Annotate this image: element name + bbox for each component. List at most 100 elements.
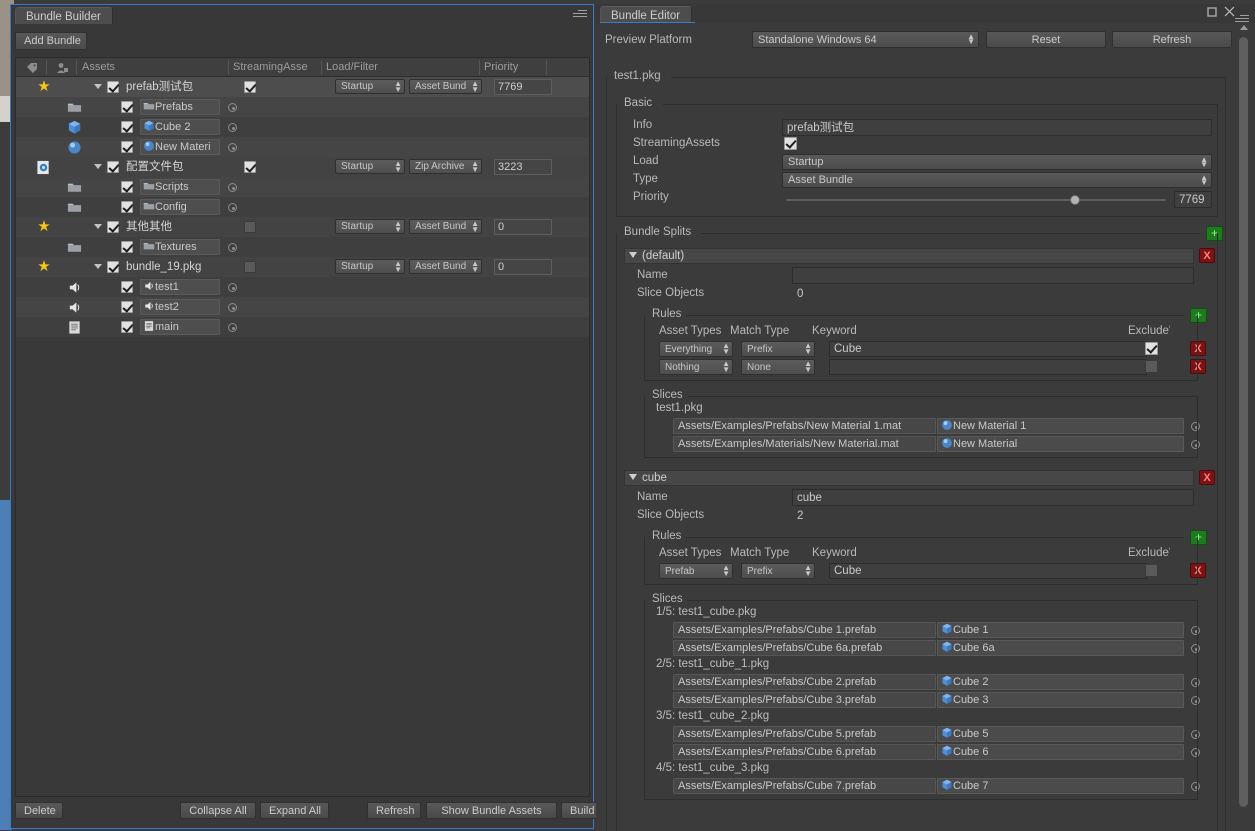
expand-all-button[interactable]: Expand All [260, 802, 329, 819]
table-row[interactable]: ★ prefab测试包 Startup ▲ ▼ Asset Bund ▲ ▼ 7769 [16, 77, 589, 97]
priority-field[interactable]: 7769 [494, 79, 552, 95]
asset-object-field[interactable]: Cube 2 [140, 119, 220, 135]
row-enabled-checkbox[interactable] [121, 141, 133, 153]
row-enabled-checkbox[interactable] [121, 201, 133, 213]
favorite-star-icon[interactable]: ★ [37, 79, 51, 94]
expand-arrow-icon[interactable] [94, 84, 102, 89]
priority-slider-track[interactable] [786, 199, 1166, 201]
expand-arrow-icon[interactable] [94, 264, 102, 269]
priority-field[interactable]: 3223 [494, 159, 552, 175]
split-foldout-header[interactable]: (default) [624, 248, 1194, 264]
type-dropdown[interactable]: Asset Bund ▲ ▼ [409, 79, 482, 94]
object-picker-icon[interactable] [228, 183, 237, 192]
row-enabled-checkbox[interactable] [107, 221, 119, 233]
table-row[interactable]: Textures [16, 237, 589, 257]
type-dropdown[interactable]: Asset Bundle ▲ ▼ [782, 172, 1212, 188]
row-enabled-checkbox[interactable] [107, 261, 119, 273]
table-row[interactable]: test1 [16, 277, 589, 297]
column-streaming-assets[interactable]: StreamingAsse [233, 61, 321, 73]
remove-split-button[interactable]: X [1199, 248, 1215, 263]
column-load-filter[interactable]: Load/Filter [326, 61, 378, 73]
type-dropdown[interactable]: Asset Bund ▲ ▼ [409, 259, 482, 274]
row-enabled-checkbox[interactable] [121, 281, 133, 293]
object-picker-icon[interactable] [228, 243, 237, 252]
type-dropdown[interactable]: Asset Bund ▲ ▼ [409, 219, 482, 234]
load-dropdown[interactable]: Startup ▲ ▼ [335, 259, 405, 274]
row-enabled-checkbox[interactable] [121, 101, 133, 113]
table-row[interactable]: ★ 其他其他 Startup ▲ ▼ Asset Bund ▲ ▼ 0 [16, 217, 589, 237]
preview-platform-dropdown[interactable]: Standalone Windows 64 ▲ ▼ [752, 31, 979, 48]
asset-object-field[interactable]: test1 [140, 279, 220, 295]
expand-arrow-icon[interactable] [94, 224, 102, 229]
row-enabled-checkbox[interactable] [121, 121, 133, 133]
table-row[interactable]: Config [16, 197, 589, 217]
streaming-assets-checkbox[interactable] [244, 81, 256, 93]
row-enabled-checkbox[interactable] [121, 241, 133, 253]
favorite-star-icon[interactable]: ★ [37, 219, 51, 234]
editor-scrollbar[interactable] [1237, 23, 1251, 831]
object-picker-icon[interactable] [228, 283, 237, 292]
scrollbar-thumb[interactable] [1239, 37, 1248, 807]
priority-slider-knob[interactable] [1070, 195, 1080, 205]
object-picker-icon[interactable] [228, 203, 237, 212]
expand-arrow-icon[interactable] [94, 164, 102, 169]
priority-field[interactable]: 0 [494, 219, 552, 235]
table-row[interactable]: test2 [16, 297, 589, 317]
priority-field[interactable]: 7769 [1174, 191, 1212, 208]
show-bundle-assets-button[interactable]: Show Bundle Assets [426, 802, 557, 819]
object-picker-icon[interactable] [228, 303, 237, 312]
reset-button[interactable]: Reset [986, 31, 1106, 48]
refresh-button[interactable]: Refresh [367, 802, 421, 819]
streaming-assets-checkbox[interactable] [244, 221, 256, 233]
info-field[interactable]: prefab测试包 [782, 119, 1212, 136]
column-assets[interactable]: Assets [82, 61, 115, 73]
table-row[interactable]: Cube 2 [16, 117, 589, 137]
maximize-icon[interactable] [1207, 7, 1217, 17]
build-button[interactable]: Build [561, 802, 599, 819]
streaming-assets-checkbox[interactable] [784, 137, 797, 150]
row-enabled-checkbox[interactable] [121, 321, 133, 333]
object-picker-icon[interactable] [228, 123, 237, 132]
column-priority[interactable]: Priority [484, 61, 518, 73]
asset-object-field[interactable]: Prefabs [140, 99, 220, 115]
row-enabled-checkbox[interactable] [107, 81, 119, 93]
favorite-star-icon[interactable]: ★ [37, 259, 51, 274]
row-enabled-checkbox[interactable] [121, 181, 133, 193]
table-row[interactable]: main [16, 317, 589, 337]
load-dropdown[interactable]: Startup ▲ ▼ [335, 159, 405, 174]
object-picker-icon[interactable] [228, 323, 237, 332]
type-dropdown[interactable]: Zip Archive ▲ ▼ [409, 159, 482, 174]
split-foldout-header[interactable]: cube [624, 470, 1194, 486]
load-dropdown[interactable]: Startup ▲ ▼ [335, 79, 405, 94]
table-row[interactable]: 配置文件包 Startup ▲ ▼ Zip Archive ▲ ▼ 3223 [16, 157, 589, 177]
asset-object-field[interactable]: Scripts [140, 179, 220, 195]
add-bundle-button[interactable]: Add Bundle [15, 32, 87, 50]
remove-split-button[interactable]: X [1199, 470, 1215, 485]
asset-object-field[interactable]: main [140, 319, 220, 335]
object-picker-icon[interactable] [228, 103, 237, 112]
split-name-field[interactable]: cube [792, 489, 1194, 506]
asset-object-field[interactable]: New Materi [140, 139, 220, 155]
table-row[interactable]: ★ bundle_19.pkg Startup ▲ ▼ Asset Bund ▲ ▼ 0 [16, 257, 589, 277]
asset-object-field[interactable]: Config [140, 199, 220, 215]
collapse-all-button[interactable]: Collapse All [180, 802, 256, 819]
asset-object-field[interactable]: test2 [140, 299, 220, 315]
window-options-icon[interactable] [573, 10, 587, 20]
asset-object-field[interactable]: Textures [140, 239, 220, 255]
streaming-assets-checkbox[interactable] [244, 161, 256, 173]
row-enabled-checkbox[interactable] [121, 301, 133, 313]
load-dropdown[interactable]: Startup ▲ ▼ [335, 219, 405, 234]
row-enabled-checkbox[interactable] [107, 161, 119, 173]
priority-field[interactable]: 0 [494, 259, 552, 275]
table-row[interactable]: Scripts [16, 177, 589, 197]
object-picker-icon[interactable] [228, 143, 237, 152]
streaming-assets-checkbox[interactable] [244, 261, 256, 273]
split-name-field[interactable] [792, 267, 1194, 284]
table-row[interactable]: Prefabs [16, 97, 589, 117]
table-row[interactable]: New Materi [16, 137, 589, 157]
delete-button[interactable]: Delete [15, 802, 63, 819]
scroll-up-arrow-icon[interactable] [1240, 25, 1248, 30]
load-dropdown[interactable]: Startup ▲ ▼ [782, 154, 1212, 170]
refresh-button[interactable]: Refresh [1112, 31, 1232, 48]
close-icon[interactable] [1224, 6, 1235, 17]
